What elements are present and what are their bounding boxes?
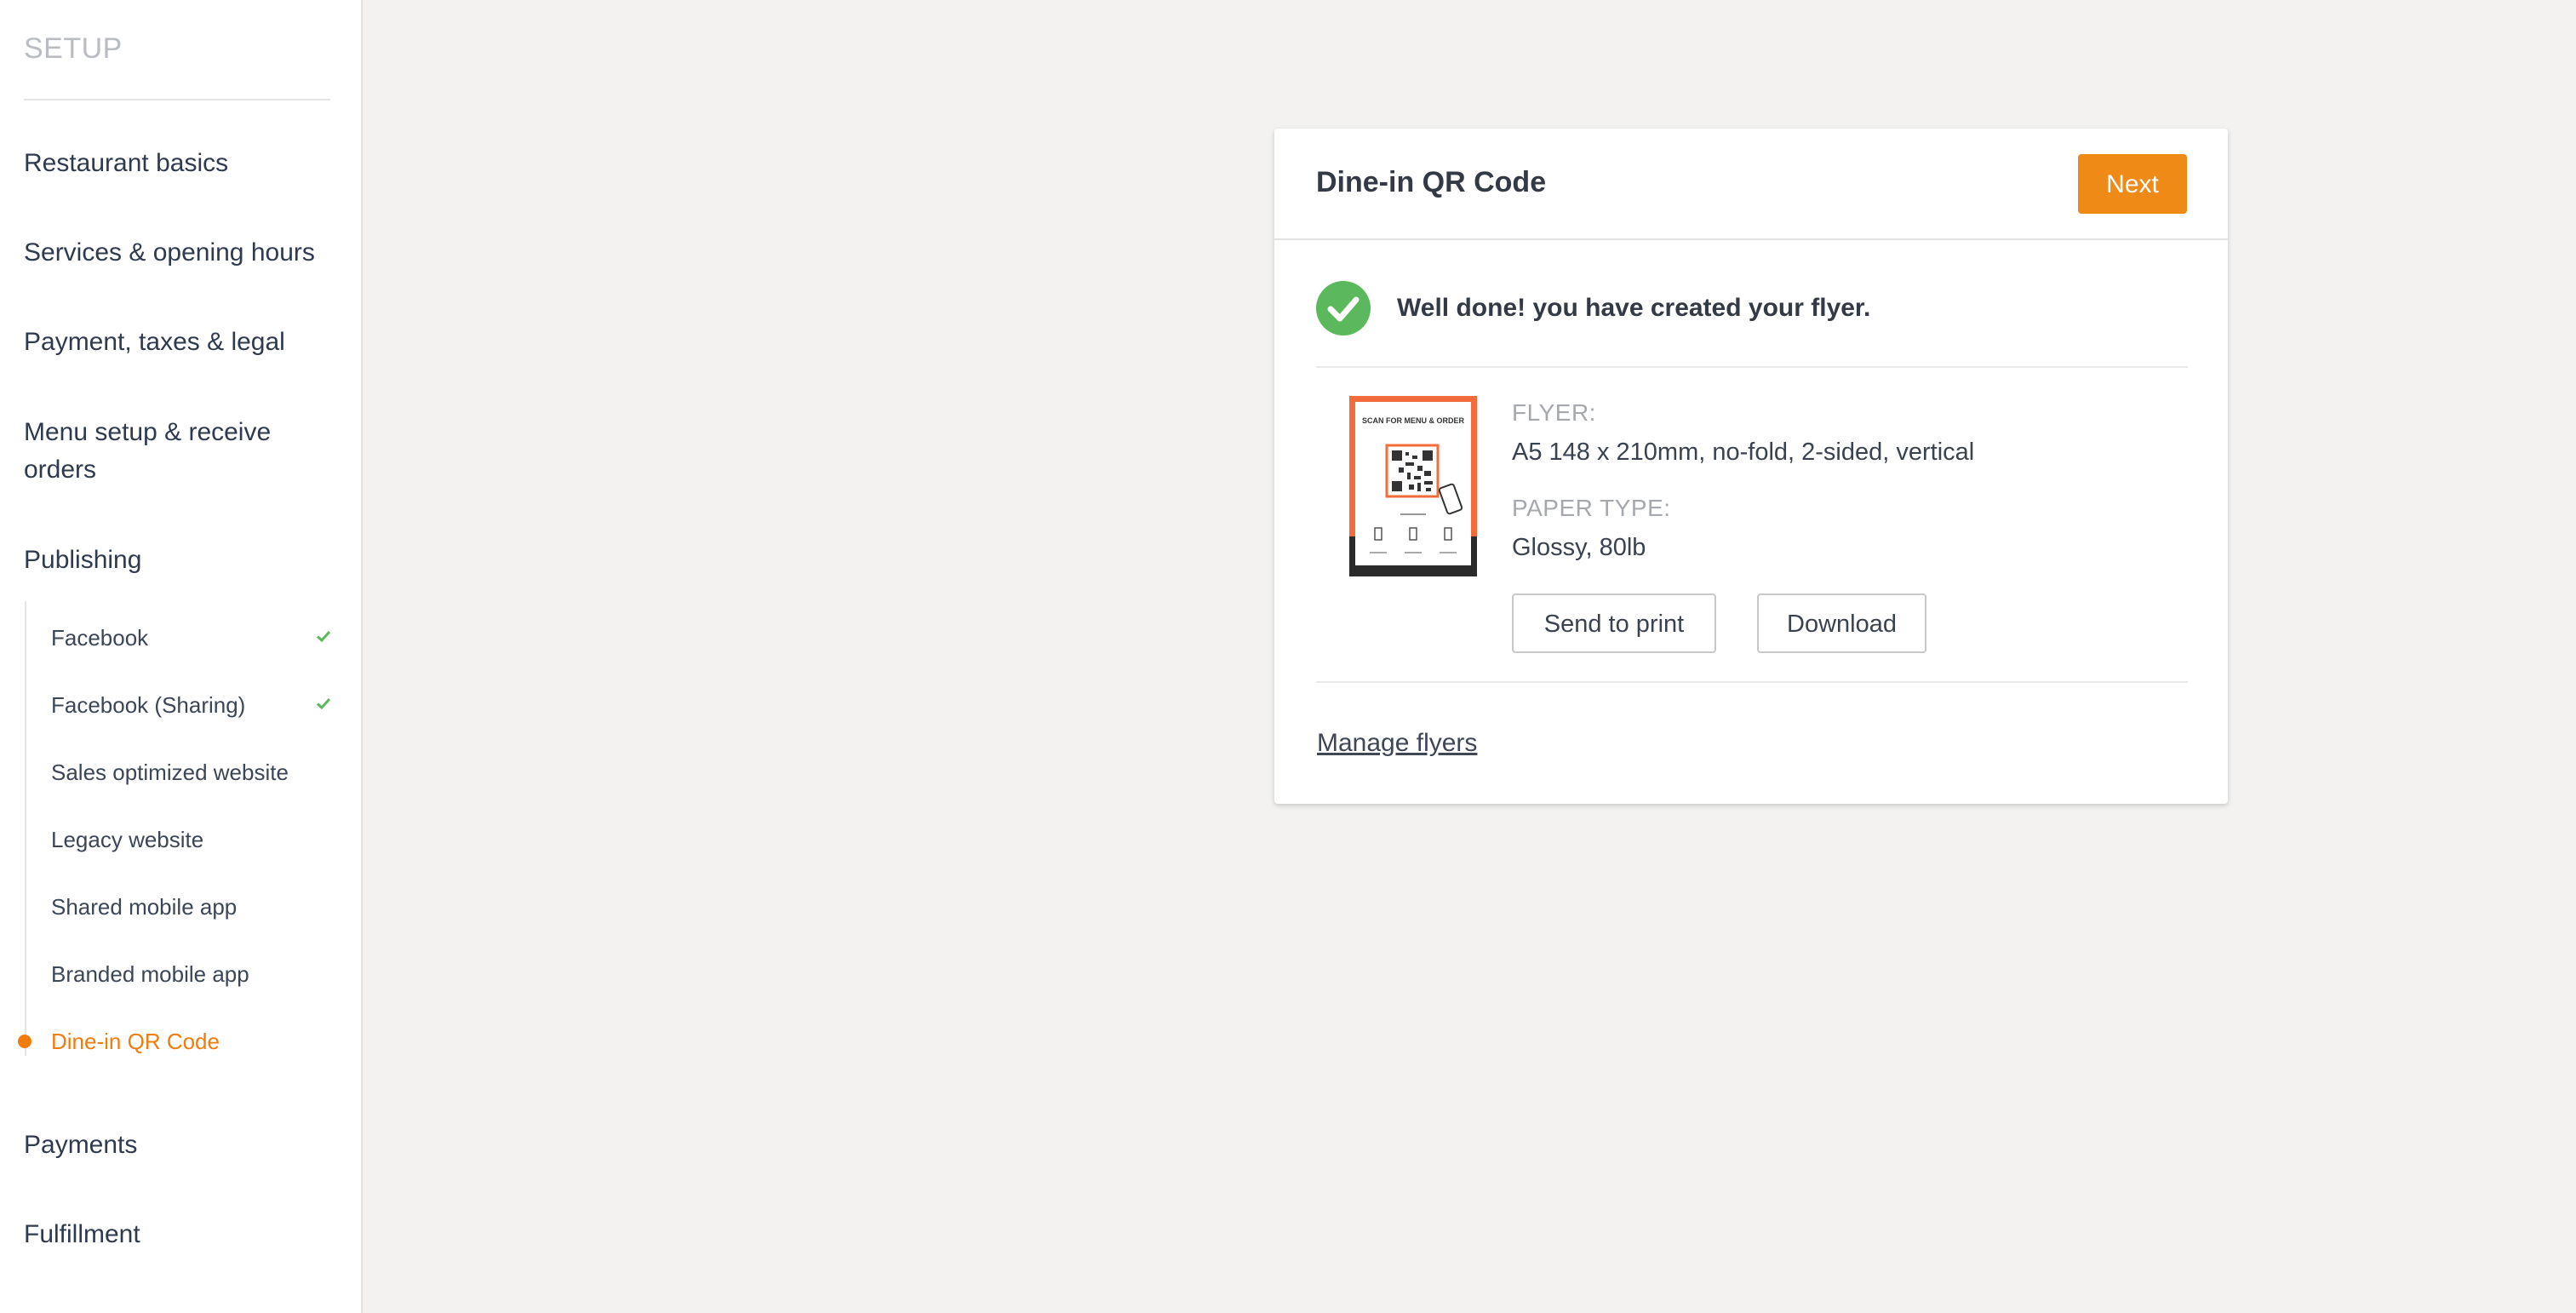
- flyer-thumbnail[interactable]: SCAN FOR MENU & ORDER: [1349, 396, 1477, 576]
- flyer-value: A5 148 x 210mm, no-fold, 2-sided, vertic…: [1512, 439, 1975, 466]
- sidebar-divider: [24, 99, 330, 100]
- check-icon: [316, 697, 331, 710]
- sidebar-subitem-label: Facebook (Sharing): [51, 692, 246, 718]
- success-check-icon: [1316, 281, 1371, 335]
- paper-type-label: PAPER TYPE:: [1512, 495, 1671, 521]
- sidebar-item-publishing[interactable]: Publishing: [24, 542, 330, 579]
- sidebar-item-fulfillment[interactable]: Fulfillment: [24, 1216, 330, 1253]
- sidebar-item-payments[interactable]: Payments: [24, 1127, 330, 1164]
- sidebar-item-menu-setup[interactable]: Menu setup & receive orders: [24, 414, 305, 489]
- next-button[interactable]: Next: [2078, 154, 2187, 214]
- sidebar-item-restaurant-basics[interactable]: Restaurant basics: [24, 145, 330, 182]
- setup-sidebar: SETUP Restaurant basics Services & openi…: [0, 0, 363, 1313]
- active-indicator-dot: [18, 1035, 31, 1048]
- sidebar-subitem-label: Facebook: [51, 625, 149, 651]
- sidebar-subitem-facebook-sharing[interactable]: Facebook (Sharing): [51, 688, 332, 722]
- send-to-print-button[interactable]: Send to print: [1512, 593, 1716, 653]
- sublist-guide-line: [25, 601, 26, 1056]
- card-header: Dine-in QR Code Next: [1274, 129, 2228, 240]
- section-divider: [1316, 366, 2188, 368]
- sidebar-item-payment-taxes-legal[interactable]: Payment, taxes & legal: [24, 324, 330, 361]
- flyer-label: FLYER:: [1512, 399, 1596, 426]
- manage-flyers-link[interactable]: Manage flyers: [1317, 729, 1477, 758]
- flyer-thumbnail-heading: SCAN FOR MENU & ORDER: [1362, 416, 1465, 425]
- download-button[interactable]: Download: [1757, 593, 1926, 653]
- sidebar-item-services-opening-hours[interactable]: Services & opening hours: [24, 234, 330, 272]
- sidebar-title: SETUP: [24, 32, 123, 65]
- sidebar-subitem-branded-mobile-app[interactable]: Branded mobile app: [51, 957, 332, 991]
- check-icon: [316, 630, 331, 643]
- card-title: Dine-in QR Code: [1316, 166, 1547, 198]
- sidebar-subitem-dine-in-qr-code[interactable]: Dine-in QR Code: [51, 1024, 332, 1058]
- sidebar-subitem-facebook[interactable]: Facebook: [51, 621, 332, 655]
- dine-in-qr-card: Dine-in QR Code Next Well done! you have…: [1274, 129, 2228, 804]
- success-message: Well done! you have created your flyer.: [1397, 294, 1871, 322]
- sidebar-subitem-sales-optimized-website[interactable]: Sales optimized website: [51, 755, 332, 789]
- section-divider: [1316, 681, 2188, 683]
- sidebar-subitem-legacy-website[interactable]: Legacy website: [51, 823, 332, 857]
- sidebar-subitem-shared-mobile-app[interactable]: Shared mobile app: [51, 890, 332, 924]
- paper-type-value: Glossy, 80lb: [1512, 534, 1646, 561]
